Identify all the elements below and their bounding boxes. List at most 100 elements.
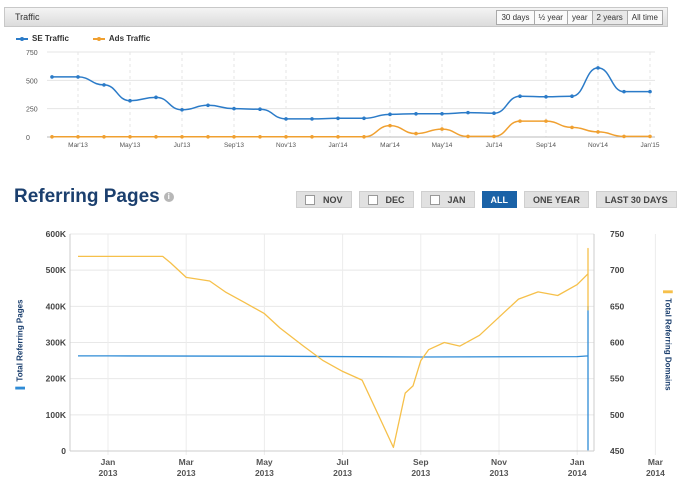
ref-xtick-year: 2013: [99, 468, 118, 478]
traffic-point-0: [336, 116, 340, 121]
filter-all-button[interactable]: ALL: [481, 191, 518, 208]
traffic-point-0: [180, 108, 184, 112]
ref-right-tick-label: 700: [610, 265, 624, 275]
traffic-xtick-label: May'13: [120, 142, 141, 149]
filter-nov-label: NOV: [323, 194, 343, 205]
ref-xtick-month: Mar: [179, 457, 195, 467]
traffic-point-0: [76, 75, 80, 79]
traffic-point-0: [284, 117, 288, 121]
ref-xtick-year: 2014: [568, 468, 587, 478]
traffic-point-1: [76, 134, 80, 139]
ref-xtick-month: May: [256, 457, 273, 467]
traffic-point-0: [466, 110, 470, 115]
traffic-xtick-label: Sep'13: [224, 142, 244, 149]
legend-ads-traffic[interactable]: Ads Traffic: [92, 34, 151, 43]
se-traffic-swatch-icon: [16, 36, 28, 41]
range-30-days-button[interactable]: 30 days: [496, 10, 535, 25]
traffic-ytick-label: 500: [26, 78, 38, 85]
legend-ads-traffic-label: Ads Traffic: [108, 34, 151, 43]
filter-nov-button[interactable]: NOV: [296, 191, 352, 208]
ref-right-tick-label: 600: [610, 338, 624, 348]
traffic-point-1: [50, 134, 54, 139]
ref-left-tick-label: 500K: [46, 265, 67, 275]
checkbox-icon[interactable]: [429, 194, 440, 205]
range-year-button[interactable]: year: [566, 10, 593, 25]
traffic-point-1: [232, 134, 236, 139]
ref-xtick-year: 2013: [177, 468, 196, 478]
filter-one-year-button[interactable]: ONE YEAR: [524, 191, 589, 208]
traffic-point-1: [518, 119, 522, 123]
traffic-point-1: [544, 119, 548, 123]
traffic-point-0: [128, 98, 132, 103]
ads-traffic-swatch-icon: [92, 36, 105, 41]
traffic-point-1: [128, 134, 132, 139]
filter-jan-button[interactable]: JAN: [420, 191, 475, 208]
range-all-time-button[interactable]: All time: [626, 10, 663, 25]
ref-left-tick-label: 300K: [46, 338, 67, 348]
traffic-xtick-label: Mar'13: [68, 142, 88, 149]
info-icon[interactable]: i: [163, 192, 174, 202]
filter-one-year-label: ONE YEAR: [533, 194, 580, 205]
right-axis-label-text: Total Referring Domains: [663, 298, 673, 391]
traffic-point-0: [440, 111, 444, 116]
traffic-xtick-label: Jul'13: [174, 142, 191, 149]
checkbox-icon[interactable]: [305, 194, 315, 205]
ref-xtick-year: 2014: [646, 468, 665, 478]
ref-xtick-month: Mar: [648, 457, 664, 467]
referring-pages-title-text: Referring Pages: [14, 186, 160, 207]
range-half-year-button[interactable]: ½ year: [533, 10, 568, 25]
traffic-point-0: [596, 66, 600, 70]
ref-right-tick-label: 450: [610, 446, 624, 456]
traffic-xtick-label: Sep'14: [536, 142, 556, 149]
traffic-title: Traffic: [15, 12, 40, 22]
traffic-point-1: [440, 127, 444, 131]
traffic-point-1: [154, 134, 158, 139]
traffic-point-0: [154, 95, 158, 100]
traffic-point-1: [336, 134, 340, 139]
ref-left-tick-label: 400K: [46, 301, 67, 311]
traffic-point-1: [206, 134, 210, 139]
traffic-point-1: [466, 134, 470, 139]
ref-right-tick-label: 650: [610, 301, 624, 311]
traffic-point-1: [362, 134, 366, 139]
ref-left-tick-label: 200K: [46, 374, 67, 384]
ref-series-line-1: [78, 247, 589, 449]
ref-left-tick-label: 100K: [46, 410, 67, 420]
filter-bar: NOV DEC JAN ALL ONE YEAR LAST 30 DAYS: [296, 191, 677, 208]
traffic-point-0: [544, 94, 548, 99]
traffic-series-line-1: [51, 120, 650, 138]
referring-pages-title: Referring Pages i: [14, 186, 174, 208]
filter-dec-label: DEC: [385, 194, 405, 205]
traffic-xtick-label: Jul'14: [486, 142, 503, 149]
ref-left-tick-label: 0: [61, 446, 66, 456]
traffic-point-1: [310, 134, 314, 139]
ref-xtick-month: Jan: [101, 457, 116, 467]
traffic-header: Traffic 30 days ½ year year 2 years All …: [4, 7, 668, 27]
ref-left-tick-label: 600K: [46, 229, 67, 239]
right-axis-label: ▌ Total Referring Domains: [663, 290, 673, 391]
filter-last-30-days-button[interactable]: LAST 30 DAYS: [595, 191, 677, 208]
traffic-point-1: [596, 130, 600, 134]
legend-se-traffic[interactable]: SE Traffic: [16, 34, 69, 43]
traffic-point-1: [180, 134, 184, 139]
checkbox-icon[interactable]: [367, 194, 378, 205]
range-selector: 30 days ½ year year 2 years All time: [496, 10, 663, 25]
ref-xtick-year: 2013: [490, 468, 509, 478]
traffic-point-0: [258, 107, 262, 112]
range-2-years-button[interactable]: 2 years: [591, 10, 628, 25]
ref-xtick-month: Nov: [491, 457, 507, 467]
traffic-ytick-label: 0: [26, 135, 30, 142]
ref-xtick-year: 2013: [411, 468, 430, 478]
traffic-point-0: [622, 89, 626, 94]
traffic-point-1: [648, 134, 652, 139]
legend-se-traffic-label: SE Traffic: [32, 34, 69, 43]
traffic-xtick-label: Jan'15: [641, 142, 660, 149]
ref-xtick-month: Sep: [413, 457, 429, 467]
traffic-chart: 0 250 500 750 Mar'13 May'13 Jul'13 Sep'13 Nov'13…: [26, 50, 660, 149]
ref-xtick-month: Jul: [336, 457, 348, 467]
traffic-point-0: [310, 117, 314, 121]
traffic-point-0: [102, 83, 106, 87]
traffic-point-0: [388, 112, 392, 117]
filter-dec-button[interactable]: DEC: [358, 191, 414, 208]
traffic-point-1: [570, 125, 574, 130]
